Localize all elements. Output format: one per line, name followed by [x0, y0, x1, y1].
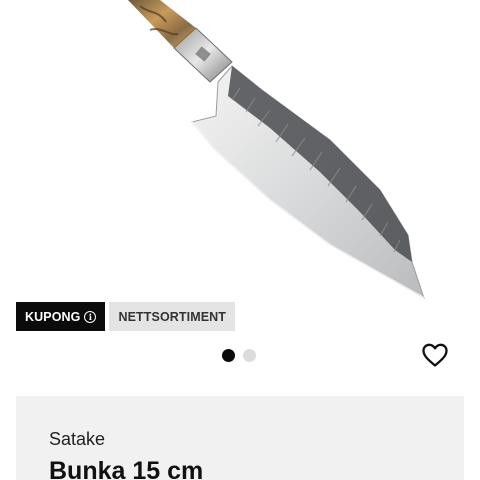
- heart-outline-icon: [422, 343, 448, 367]
- info-icon[interactable]: i: [84, 310, 97, 323]
- image-carousel-dots: [222, 349, 256, 362]
- product-title: Bunka 15 cm: [49, 457, 204, 480]
- online-assortment-badge: NETTSORTIMENT: [109, 302, 236, 331]
- coupon-badge-label: KUPONG: [25, 309, 81, 324]
- carousel-dot-1[interactable]: [222, 349, 235, 362]
- product-info-card: Satake Bunka 15 cm: [16, 396, 464, 480]
- coupon-badge[interactable]: KUPONG i: [16, 302, 106, 331]
- carousel-dot-2[interactable]: [243, 349, 256, 362]
- product-brand[interactable]: Satake: [49, 429, 105, 450]
- online-assortment-label: NETTSORTIMENT: [118, 309, 227, 324]
- knife-image: [128, 0, 425, 300]
- product-image[interactable]: [0, 0, 480, 300]
- product-badges: KUPONG i NETTSORTIMENT: [16, 302, 236, 331]
- favorite-button[interactable]: [421, 342, 449, 368]
